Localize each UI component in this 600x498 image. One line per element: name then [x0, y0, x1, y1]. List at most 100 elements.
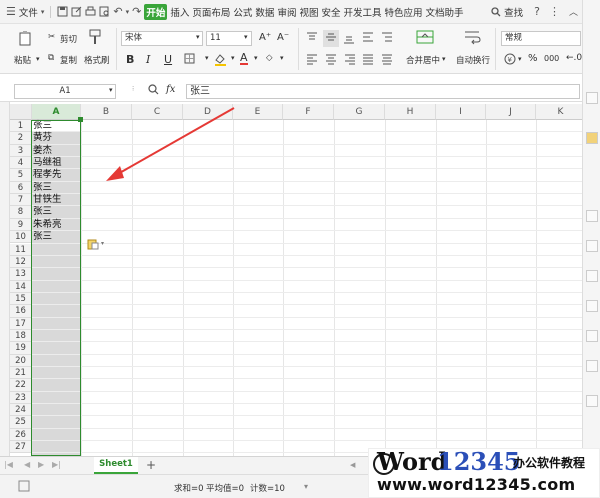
align-top-icon[interactable] — [306, 32, 318, 47]
chevron-down-icon[interactable]: ▾ — [304, 482, 308, 491]
tab-security[interactable]: 安全 — [321, 5, 340, 19]
chevron-down-icon[interactable]: ▾ — [254, 54, 258, 62]
grow-font-button[interactable]: A⁺ — [259, 32, 271, 43]
export-icon[interactable] — [71, 6, 82, 17]
font-color-button[interactable]: A — [240, 52, 248, 65]
collapse-ribbon-icon[interactable]: ︿ — [569, 5, 578, 18]
thousands-button[interactable]: 000 — [544, 54, 559, 63]
tab-developer[interactable]: 开发工具 — [343, 5, 381, 19]
align-bottom-icon[interactable] — [343, 32, 355, 47]
tab-data[interactable]: 数据 — [255, 5, 274, 19]
side-panel-tab-icon[interactable] — [586, 270, 598, 282]
fx-icon[interactable]: fx — [166, 84, 175, 95]
align-center-icon[interactable] — [325, 53, 337, 68]
hamburger-menu-icon[interactable]: ☰ — [6, 5, 16, 18]
side-panel-tab-icon[interactable] — [586, 240, 598, 252]
print-preview-icon[interactable] — [99, 6, 110, 17]
bold-button[interactable]: B — [126, 53, 134, 66]
undo-icon[interactable]: ↶ — [113, 5, 122, 18]
last-sheet-icon[interactable]: ▶| — [52, 460, 61, 469]
tab-doc-assistant[interactable]: 文档助手 — [426, 5, 464, 19]
wrap-text-button[interactable]: 自动换行 — [456, 54, 490, 66]
more-icon[interactable]: ⋮ — [549, 5, 560, 18]
chevron-down-icon[interactable]: ▾ — [244, 33, 248, 41]
search-label[interactable]: 查找 — [504, 5, 523, 19]
clear-format-icon[interactable]: ◇ — [266, 53, 273, 63]
chevron-down-icon[interactable]: ▾ — [280, 54, 284, 62]
decimal-button[interactable]: ←.0 — [566, 53, 582, 63]
copy-button[interactable]: 复制 — [60, 54, 77, 66]
wrap-text-icon[interactable] — [464, 29, 482, 48]
shrink-font-button[interactable]: A⁻ — [277, 32, 289, 43]
font-name-select[interactable]: 宋体 — [121, 31, 203, 46]
redo-icon[interactable]: ↷ — [132, 5, 141, 18]
brush-icon[interactable] — [88, 29, 102, 48]
chevron-down-icon[interactable]: ▾ — [518, 55, 522, 63]
side-panel-tab-icon[interactable] — [586, 210, 598, 222]
chevron-down-icon[interactable]: ▾ — [41, 8, 45, 16]
chevron-down-icon[interactable]: ▾ — [231, 54, 235, 62]
help-icon[interactable]: ? — [534, 5, 540, 18]
scissors-icon[interactable]: ✂ — [48, 32, 55, 42]
search-icon[interactable] — [491, 6, 501, 17]
justify-icon[interactable] — [362, 53, 374, 68]
tab-features[interactable]: 特色应用 — [385, 5, 423, 19]
scroll-left-icon[interactable]: ◀ — [350, 461, 360, 471]
currency-icon[interactable]: ¥ — [504, 53, 516, 68]
sheet-tab-sheet1[interactable]: Sheet1 — [94, 457, 138, 474]
paste-icon[interactable] — [18, 30, 34, 49]
spreadsheet-grid[interactable]: A B C D E F G H I J K 1 张三 2 黄芬 3 姜杰 4 马继祖 5 程孝先 6… — [10, 104, 582, 456]
chevron-down-icon[interactable]: ▾ — [205, 54, 209, 62]
number-format-select[interactable]: 常规 — [501, 31, 581, 46]
formula-input[interactable]: 张三 — [186, 84, 580, 99]
zoom-icon[interactable] — [148, 84, 159, 98]
name-box[interactable]: A1 — [14, 84, 116, 99]
side-panel-tab-icon[interactable] — [586, 360, 598, 372]
tab-view[interactable]: 视图 — [299, 5, 318, 19]
merge-center-icon[interactable] — [416, 29, 434, 48]
side-panel-tab-icon[interactable] — [586, 395, 598, 407]
status-count: 计数=10 — [250, 484, 285, 494]
indent-icon[interactable] — [381, 32, 393, 47]
italic-button[interactable]: I — [146, 53, 150, 66]
prev-sheet-icon[interactable]: ◀ — [24, 460, 30, 469]
side-panel-edge — [582, 0, 600, 498]
percent-button[interactable]: % — [528, 53, 538, 64]
side-panel-tab-icon[interactable] — [586, 300, 598, 312]
orientation-icon[interactable] — [362, 32, 374, 47]
tab-formulas[interactable]: 公式 — [233, 5, 252, 19]
paste-button[interactable]: 粘贴 — [14, 54, 31, 66]
drag-handle-icon[interactable]: ⁝ — [132, 85, 134, 93]
align-left-icon[interactable] — [306, 53, 318, 68]
side-panel-tab-icon[interactable] — [586, 92, 598, 104]
tab-review[interactable]: 审阅 — [277, 5, 296, 19]
distribute-icon[interactable] — [381, 53, 393, 68]
border-icon[interactable] — [184, 53, 195, 67]
side-panel-tab-icon[interactable] — [586, 132, 598, 144]
tab-home[interactable]: 开始 — [144, 3, 168, 20]
next-sheet-icon[interactable]: ▶ — [38, 460, 44, 469]
tab-page-layout[interactable]: 页面布局 — [192, 5, 230, 19]
underline-button[interactable]: U — [164, 53, 172, 66]
format-painter-button[interactable]: 格式刷 — [84, 54, 110, 66]
add-sheet-button[interactable]: + — [146, 458, 156, 472]
first-sheet-icon[interactable]: |◀ — [4, 460, 13, 469]
file-menu[interactable]: 文件 — [19, 5, 38, 19]
align-middle-icon[interactable] — [323, 30, 339, 47]
chevron-down-icon[interactable]: ▾ — [196, 33, 200, 41]
chevron-down-icon[interactable]: ▾ — [109, 86, 113, 94]
side-panel-tab-icon[interactable] — [586, 330, 598, 342]
chevron-down-icon[interactable]: ▾ — [442, 55, 446, 63]
align-right-icon[interactable] — [344, 53, 356, 68]
tab-insert[interactable]: 插入 — [170, 5, 189, 19]
status-left-icon[interactable] — [18, 480, 30, 495]
merge-center-button[interactable]: 合并居中 — [406, 54, 440, 66]
fill-color-icon[interactable] — [214, 53, 227, 69]
formula-bar: A1 ▾ ⁝ fx 张三 — [0, 80, 582, 102]
chevron-down-icon[interactable]: ▾ — [36, 55, 40, 63]
chevron-down-icon[interactable]: ▾ — [126, 8, 130, 16]
save-icon[interactable] — [57, 6, 68, 17]
print-icon[interactable] — [85, 6, 96, 17]
cut-button[interactable]: 剪切 — [60, 33, 77, 45]
copy-icon[interactable]: ⧉ — [48, 53, 54, 63]
